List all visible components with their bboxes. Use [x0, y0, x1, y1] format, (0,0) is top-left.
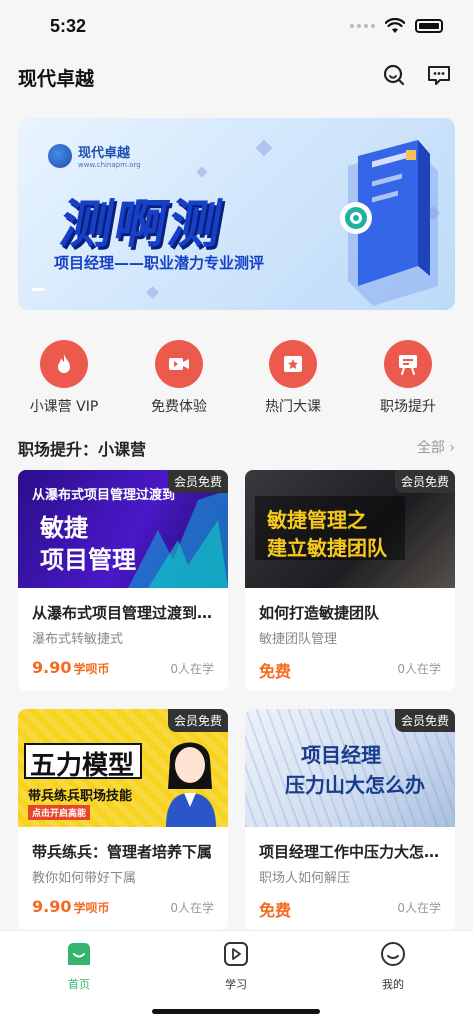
cover-text: 项目管理	[40, 546, 136, 574]
signal-icon	[350, 24, 375, 28]
promo-banner[interactable]: 现代卓越 www.chinapm.org 测啊测 项目经理——职业潜力专业测评	[18, 118, 455, 310]
quick-item-vip[interactable]: 小课营 VIP	[14, 336, 114, 416]
status-bar: 5:32	[0, 0, 473, 56]
play-icon	[224, 942, 248, 966]
cover-text: 压力山大怎么办	[285, 773, 425, 797]
quick-item-career[interactable]: 职场提升	[358, 336, 458, 416]
person-illustration	[166, 742, 216, 827]
course-title: 从瀑布式项目管理过渡到敏捷项目管理	[32, 604, 218, 622]
cover-button-text: 点击开启高能	[28, 805, 91, 820]
cover-text: 五力模型	[30, 751, 135, 781]
cover-text: 建立敏捷团队	[267, 536, 387, 560]
course-card[interactable]: 项目经理 压力山大怎么办 会员免费 项目经理工作中压力大怎么办 职场人如何解压 …	[245, 709, 455, 930]
test-document-illustration	[340, 140, 438, 306]
course-subtitle: 职场人如何解压	[259, 871, 351, 886]
course-subtitle: 敏捷团队管理	[259, 632, 338, 647]
member-free-badge: 会员免费	[394, 709, 455, 732]
course-cover: 五力模型 带兵练兵职场技能 点击开启高能 会员免费	[18, 709, 228, 827]
course-subtitle: 瀑布式转敏捷式	[32, 632, 124, 647]
section-title: 职场提升：小课营	[18, 440, 147, 459]
banner-logo-url: www.chinapm.org	[78, 161, 141, 169]
banner-heading: 测啊测	[55, 195, 229, 255]
home-icon	[68, 943, 90, 965]
tab-study[interactable]: 学习	[196, 941, 276, 992]
quick-item-label: 职场提升	[380, 399, 436, 415]
quick-entry-row: 小课营 VIP 免费体验 热门大课 职场提升	[0, 336, 473, 416]
globe-logo-icon	[48, 143, 72, 168]
video-icon	[155, 340, 203, 388]
quick-item-hot-courses[interactable]: 热门大课	[243, 336, 343, 416]
cover-text: 带兵练兵职场技能	[28, 789, 133, 804]
cover-text: 项目经理	[301, 743, 381, 767]
search-icon[interactable]	[381, 62, 407, 88]
quick-item-label: 小课营 VIP	[29, 399, 99, 415]
learner-count: 0人在学	[397, 662, 441, 676]
status-icons	[350, 18, 443, 34]
quick-item-label: 免费体验	[151, 399, 207, 415]
view-all-link[interactable]: 全部 ›	[417, 437, 455, 457]
course-subtitle: 教你如何带好下属	[32, 871, 137, 886]
course-price: 9.90 学呗币	[32, 658, 110, 677]
quick-item-label: 热门大课	[265, 399, 321, 415]
profile-icon	[381, 942, 405, 966]
flame-icon	[40, 340, 88, 388]
tab-profile[interactable]: 我的	[353, 941, 433, 992]
home-indicator	[152, 1009, 320, 1014]
cover-text: 敏捷	[40, 514, 88, 542]
section-header: 职场提升：小课营 全部 ›	[18, 436, 455, 459]
app-title: 现代卓越	[18, 68, 95, 90]
member-free-badge: 会员免费	[167, 709, 228, 732]
tab-label: 我的	[382, 978, 404, 991]
banner-logo-text: 现代卓越	[78, 146, 131, 161]
learner-count: 0人在学	[170, 901, 214, 915]
course-title: 带兵练兵：管理者培养下属	[32, 843, 213, 861]
tab-label: 学习	[225, 978, 247, 991]
carousel-indicator[interactable]	[32, 288, 44, 291]
star-board-icon	[269, 340, 317, 388]
course-card[interactable]: 五力模型 带兵练兵职场技能 点击开启高能 会员免费 带兵练兵：管理者培养下属 教…	[18, 709, 228, 930]
course-price: 9.90 学呗币	[32, 897, 110, 916]
member-free-badge: 会员免费	[167, 470, 228, 493]
course-cover: 从瀑布式项目管理过渡到 敏捷 项目管理 会员免费	[18, 470, 228, 588]
banner-logo: 现代卓越 www.chinapm.org	[48, 142, 141, 169]
presentation-icon	[384, 340, 432, 388]
course-cover: 项目经理 压力山大怎么办 会员免费	[245, 709, 455, 827]
course-card[interactable]: 从瀑布式项目管理过渡到 敏捷 项目管理 会员免费 从瀑布式项目管理过渡到敏捷项目…	[18, 470, 228, 691]
tab-label: 首页	[68, 978, 90, 991]
course-price: 免费	[259, 662, 292, 681]
learner-count: 0人在学	[397, 901, 441, 915]
cover-text: 从瀑布式项目管理过渡到	[32, 488, 176, 503]
course-title: 如何打造敏捷团队	[259, 604, 380, 622]
status-time: 5:32	[50, 16, 87, 36]
message-icon[interactable]	[426, 62, 452, 88]
member-free-badge: 会员免费	[394, 470, 455, 493]
app-bar: 现代卓越	[0, 56, 473, 100]
learner-count: 0人在学	[170, 662, 214, 676]
course-price: 免费	[259, 901, 292, 920]
course-cover: 敏捷管理之 建立敏捷团队 会员免费	[245, 470, 455, 588]
course-title: 项目经理工作中压力大怎么办	[259, 843, 445, 861]
tab-home[interactable]: 首页	[39, 941, 119, 992]
banner-subtitle: 项目经理——职业潜力专业测评	[54, 254, 265, 272]
battery-icon	[415, 19, 443, 33]
cover-text: 敏捷管理之	[267, 508, 367, 532]
quick-item-free-trial[interactable]: 免费体验	[129, 336, 229, 416]
course-card[interactable]: 敏捷管理之 建立敏捷团队 会员免费 如何打造敏捷团队 敏捷团队管理 免费 0人在…	[245, 470, 455, 691]
wifi-icon	[385, 18, 405, 33]
